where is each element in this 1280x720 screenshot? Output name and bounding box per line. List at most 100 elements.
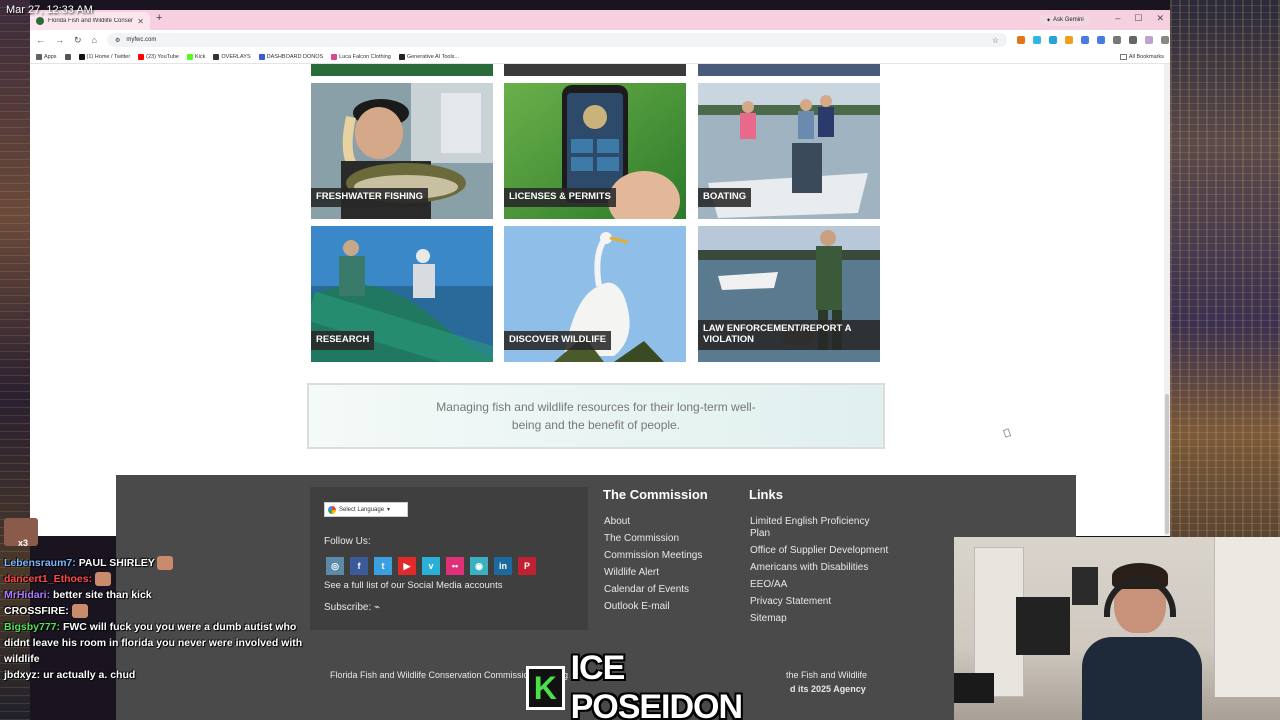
reload-icon[interactable]: ↻: [74, 35, 82, 46]
bookmark-item[interactable]: Luca Falcon Clothing: [331, 53, 391, 60]
url-field[interactable]: ⚙ myfwc.com ☆: [106, 33, 1007, 47]
footer-link[interactable]: Sitemap: [750, 613, 890, 625]
chat-username: CROSSFIRE:: [4, 605, 69, 617]
bookmark-label: Generative AI Tools...: [406, 53, 460, 60]
bookmark-item[interactable]: (23) YouTube: [138, 53, 179, 60]
footer-link[interactable]: Calendar of Events: [604, 584, 702, 596]
chat-username: jbdxyz:: [4, 669, 41, 681]
tile-partial[interactable]: [311, 64, 493, 76]
rss-icon[interactable]: ⌁: [374, 602, 380, 613]
chat-text: ur actually a. chud: [40, 669, 136, 681]
maximize-icon[interactable]: ☐: [1134, 13, 1142, 24]
google-icon: [328, 505, 336, 514]
commission-links: About The Commission Commission Meetings…: [604, 516, 702, 618]
footer-link[interactable]: Outlook E-mail: [604, 601, 702, 613]
bookmark-label: (23) YouTube: [146, 53, 179, 60]
footer-link[interactable]: The Commission: [604, 533, 702, 545]
linkedin-icon[interactable]: in: [494, 557, 512, 575]
footer-link[interactable]: Americans with Disabilities: [750, 562, 890, 574]
site-info-icon[interactable]: ⚙: [115, 37, 120, 44]
extension-icon[interactable]: [1080, 36, 1089, 44]
extension-icon[interactable]: [1096, 36, 1105, 44]
youtube-icon[interactable]: ▶: [398, 557, 416, 575]
footer-link[interactable]: Limited English Proficiency Plan: [750, 516, 890, 540]
twitter-icon[interactable]: t: [374, 557, 392, 575]
bookmark-star-icon[interactable]: ☆: [992, 36, 999, 45]
bookmark-item[interactable]: Generative AI Tools...: [398, 53, 460, 60]
ai-tools-icon: [398, 53, 405, 60]
youtube-icon: [138, 53, 145, 60]
instagram-icon[interactable]: ◎: [326, 557, 344, 575]
footer-link[interactable]: Office of Supplier Development: [750, 545, 890, 557]
close-tab-icon[interactable]: ✕: [137, 17, 144, 26]
periscope-icon[interactable]: ◉: [470, 557, 488, 575]
footer-link[interactable]: EEO/AA: [750, 579, 890, 591]
subscribe-row: Subscribe: ⌁: [324, 602, 380, 613]
minimize-icon[interactable]: –: [1115, 13, 1120, 24]
address-bar-row: ← → ↻ ⌂ ⚙ myfwc.com ☆: [30, 30, 1170, 50]
home-icon[interactable]: ⌂: [92, 35, 97, 45]
extension-icon[interactable]: [1064, 36, 1073, 44]
facebook-icon[interactable]: f: [350, 557, 368, 575]
tab-bar: Florida Fish and Wildlife Conservation ✕…: [30, 10, 1170, 30]
footer-link[interactable]: Commission Meetings: [604, 550, 702, 562]
chat-username: Lebensraum7:: [4, 557, 76, 569]
footer-social-panel: Select Language ▾ Follow Us: ◎ f t ▶ v •…: [310, 487, 588, 630]
new-tab-button[interactable]: +: [156, 12, 162, 24]
bookmark-item[interactable]: Apps: [36, 53, 57, 60]
puzzle-icon[interactable]: [1112, 36, 1121, 44]
tile-partial[interactable]: [698, 64, 880, 76]
forward-icon[interactable]: →: [55, 35, 64, 45]
tile-freshwater-fishing[interactable]: FRESHWATER FISHING: [311, 83, 493, 219]
window-controls: – ☐ ✕: [1115, 13, 1164, 24]
profile-icon[interactable]: [1144, 36, 1153, 44]
tile-label: RESEARCH: [311, 331, 375, 350]
streamer-body: [1082, 637, 1202, 720]
bookmark-item[interactable]: DASHBOARD DONOS: [258, 53, 324, 60]
tile-law-enforcement[interactable]: LAW ENFORCEMENT/REPORT A VIOLATION: [698, 226, 880, 362]
tile-research[interactable]: RESEARCH: [311, 226, 493, 362]
select-language-dropdown[interactable]: Select Language ▾: [324, 502, 408, 517]
bookmark-label: DASHBOARD DONOS: [266, 53, 324, 60]
menu-dots-icon[interactable]: [1160, 36, 1169, 44]
social-media-list-link[interactable]: See a full list of our Social Media acco…: [324, 580, 502, 591]
chat-message: MrHidari: better site than kick: [4, 587, 304, 603]
chat-message: Bigsby777: FWC will fuck you you were a …: [4, 619, 304, 667]
footer-agency-text: the Fish and Wildlife: [786, 670, 868, 680]
tile-discover-wildlife[interactable]: DISCOVER WILDLIFE: [504, 226, 686, 362]
vimeo-icon[interactable]: v: [422, 557, 440, 575]
footer-link[interactable]: Wildlife Alert: [604, 567, 702, 579]
bookmark-item[interactable]: Kick: [186, 53, 205, 60]
emote-icon: [71, 604, 88, 619]
scrollbar-thumb[interactable]: [1165, 394, 1169, 534]
kick-icon: [186, 53, 193, 60]
extension-icon[interactable]: [1048, 36, 1057, 44]
mission-statement: Managing fish and wildlife resources for…: [307, 383, 885, 449]
close-window-icon[interactable]: ✕: [1156, 13, 1164, 24]
follow-us-label: Follow Us:: [324, 536, 371, 547]
links-heading: Links: [749, 487, 783, 502]
framed-picture: [1016, 597, 1070, 655]
apps-grid-icon: [64, 53, 71, 60]
back-icon[interactable]: ←: [36, 35, 45, 45]
tile-boating[interactable]: BOATING: [698, 83, 880, 219]
page-scrollbar[interactable]: [1164, 64, 1170, 536]
all-bookmarks-button[interactable]: All Bookmarks: [1119, 53, 1164, 60]
tile-partial[interactable]: [504, 64, 686, 76]
side-panel-icon[interactable]: [1128, 36, 1137, 44]
commission-heading: The Commission: [603, 487, 708, 502]
flickr-icon[interactable]: ••: [446, 557, 464, 575]
metamask-extension-icon[interactable]: [1016, 36, 1025, 44]
stream-datetime: Mar 27, 12:33 AM: [6, 4, 93, 16]
tile-licenses-permits[interactable]: LICENSES & PERMITS: [504, 83, 686, 219]
bookmark-item[interactable]: (1) Home / Twitter: [78, 53, 130, 60]
pinterest-icon[interactable]: P: [518, 557, 536, 575]
streamer: [1082, 563, 1202, 720]
ask-gemini-button[interactable]: ✦ Ask Gemini: [1040, 14, 1090, 26]
footer-link[interactable]: Privacy Statement: [750, 596, 890, 608]
extension-icon[interactable]: [1032, 36, 1041, 44]
chat-message: jbdxyz: ur actually a. chud: [4, 667, 304, 683]
footer-link[interactable]: About: [604, 516, 702, 528]
bookmark-item[interactable]: [64, 53, 71, 60]
bookmark-item[interactable]: OVERLAYS: [213, 53, 251, 60]
